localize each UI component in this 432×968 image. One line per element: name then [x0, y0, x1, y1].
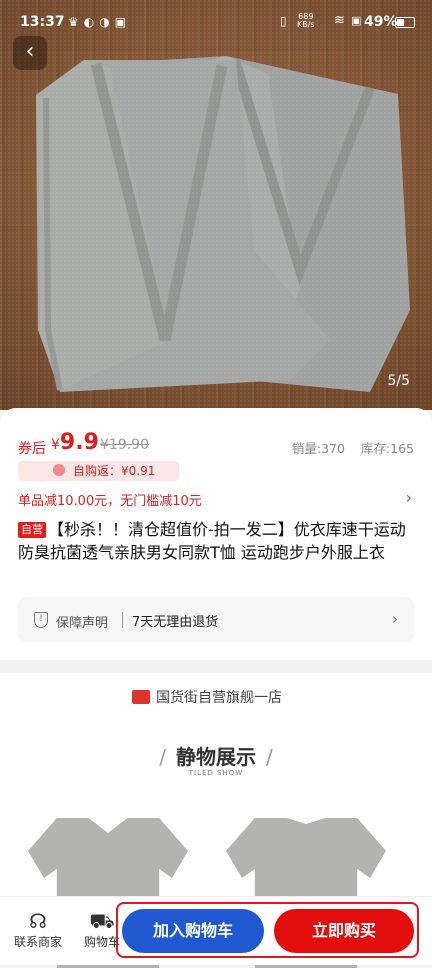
status-bar: 13:37 ♛◐◑▣ ▯ 689 KB/s ≋ ▣ 49%	[0, 0, 432, 40]
stock-count: 库存:165	[360, 441, 414, 456]
notification-icons: ♛◐◑▣	[68, 15, 132, 29]
promo-text[interactable]: 单品减10.00元，无门槛减10元	[18, 490, 202, 509]
divider	[122, 612, 123, 628]
shield-icon: !	[34, 612, 48, 628]
chevron-right-icon: ›	[392, 610, 398, 628]
price-prefix: 券后	[18, 441, 46, 457]
cart-label: 购物车	[84, 935, 121, 949]
cart-button[interactable]: ⛟ 购物车	[84, 909, 120, 950]
chevron-left-icon: ‹	[25, 39, 35, 64]
highlight-box	[116, 902, 419, 958]
self-operated-tag: 自营	[18, 522, 46, 538]
vibrate-icon: ▯	[280, 14, 287, 28]
wifi-icon: ≋	[334, 13, 345, 28]
shop-name[interactable]: 国货街自营旗舰一店	[132, 687, 282, 707]
guarantee-label: 保障声明	[56, 616, 109, 631]
sim-icon: ▣	[351, 14, 362, 27]
contact-seller-button[interactable]: ☊ 联系商家	[14, 909, 62, 950]
rebate-badge: 自购返：¥0.91	[18, 461, 179, 481]
folded-shirts-image	[0, 0, 432, 410]
details-subtitle: TILED SHOW	[188, 769, 244, 777]
product-image[interactable]: 13:37 ♛◐◑▣ ▯ 689 KB/s ≋ ▣ 49% ‹ 5/5	[0, 0, 432, 410]
product-title: 自营 【秒杀！！清仓超值价-拍一发二】优衣库速干运动防臭抗菌透气亲肤男女同款T恤 …	[18, 518, 416, 564]
guarantee-value: 7天无理由退货	[132, 615, 219, 630]
current-price: ¥9.9	[51, 430, 99, 455]
chevron-right-icon[interactable]: ›	[406, 488, 412, 507]
sales-count: 销量:370	[291, 441, 345, 456]
status-time: 13:37	[20, 14, 65, 30]
details-title-text: 静物展示	[176, 745, 256, 769]
net-speed-unit: KB/s	[297, 20, 315, 29]
rebate-icon	[53, 464, 65, 476]
price-card: 券后 ¥9.9 ¥19.90 销量:370 库存:165 自购返：¥0.91 单…	[0, 408, 432, 660]
sales-stats: 销量:370 库存:165	[280, 438, 414, 457]
cart-icon: ⛟	[89, 909, 115, 933]
rebate-text: 自购返：¥0.91	[73, 464, 156, 478]
guarantee-row[interactable]: ! 保障声明 7天无理由退货 ›	[18, 597, 414, 642]
price-value: 9.9	[59, 430, 99, 455]
net-speed: 689 KB/s	[297, 13, 315, 29]
image-counter: 5/5	[387, 373, 410, 389]
original-price: ¥19.90	[100, 437, 149, 453]
details-title: / 静物展示 /	[159, 745, 273, 769]
shop-logo-icon	[132, 690, 150, 704]
contact-seller-label: 联系商家	[14, 935, 63, 949]
battery-percent: 49%	[364, 14, 398, 30]
back-button[interactable]: ‹	[13, 36, 47, 70]
currency-symbol: ¥	[51, 437, 60, 453]
product-title-text: 【秒杀！！清仓超值价-拍一发二】优衣库速干运动防臭抗菌透气亲肤男女同款T恤 运动…	[18, 520, 406, 562]
battery-icon	[395, 17, 415, 28]
headset-icon: ☊	[29, 909, 47, 933]
shop-name-text: 国货街自营旗舰一店	[156, 690, 282, 706]
